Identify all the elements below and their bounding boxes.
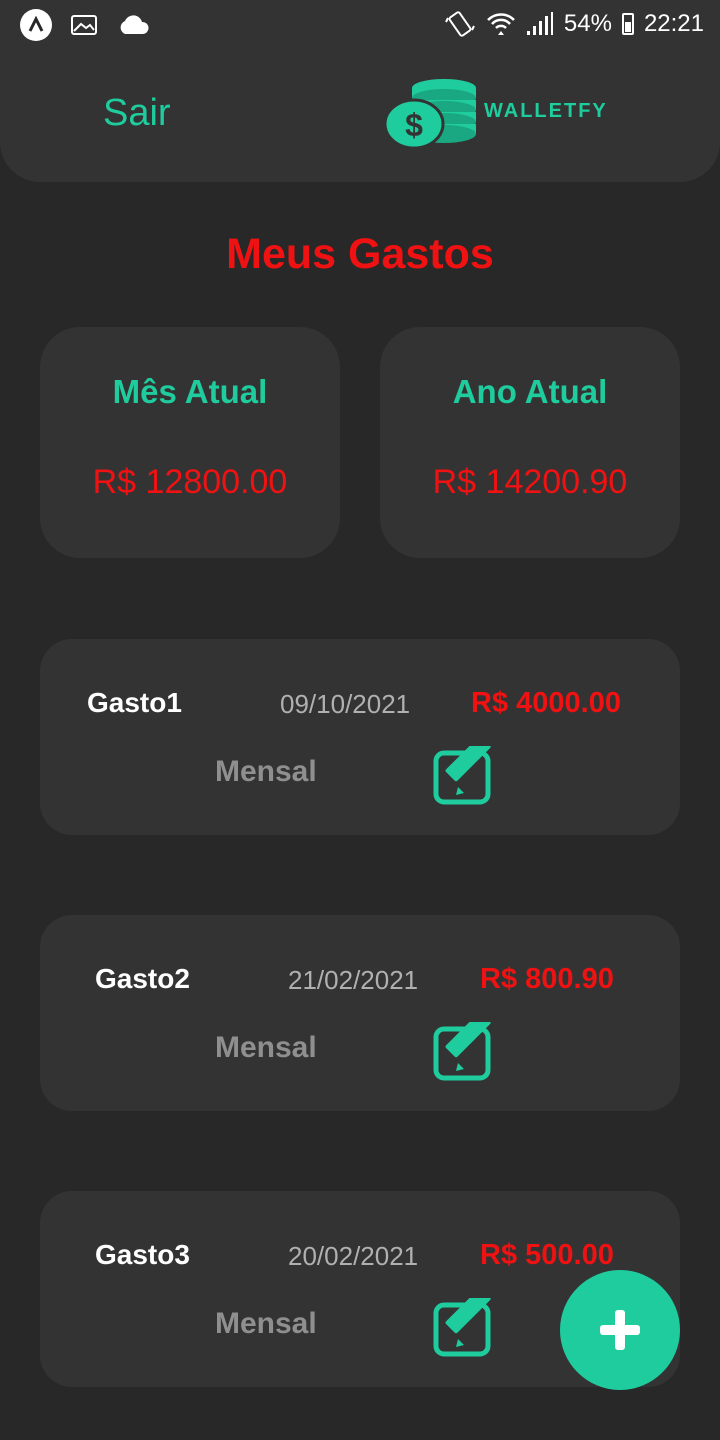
plus-icon (600, 1310, 640, 1350)
expense-period: Mensal (215, 1307, 317, 1340)
expense-name: Gasto1 (87, 687, 182, 718)
expense-card[interactable]: Gasto1 09/10/2021 R$ 4000.00 Mensal (40, 639, 680, 835)
expense-date: 09/10/2021 (280, 689, 411, 719)
expense-amount: R$ 4000.00 (471, 687, 621, 719)
signal-icon (526, 12, 553, 35)
edit-icon[interactable] (433, 1022, 507, 1082)
svg-text:$: $ (405, 107, 423, 143)
expense-name: Gasto3 (95, 1239, 190, 1270)
expense-period: Mensal (215, 1031, 317, 1064)
wifi-icon (486, 13, 515, 35)
edit-icon[interactable] (433, 746, 507, 806)
coins-icon: $ (383, 79, 476, 150)
expense-name: Gasto2 (95, 963, 190, 994)
summary-label: Ano Atual (452, 373, 608, 410)
cloud-icon (120, 15, 149, 34)
vibrate-icon (444, 11, 475, 37)
battery-icon (621, 13, 634, 35)
logout-button[interactable]: Sair (103, 92, 171, 135)
expense-amount: R$ 800.90 (480, 963, 614, 995)
expense-amount: R$ 500.00 (480, 1239, 614, 1271)
clock: 22:21 (643, 10, 704, 37)
summary-card-year: Ano Atual R$ 14200.90 (380, 327, 680, 558)
image-icon (71, 15, 97, 35)
logo-text: WALLETFY (484, 100, 608, 122)
walletfy-logo: $ WALLETFY (383, 74, 624, 150)
edit-icon[interactable] (433, 1298, 507, 1358)
expense-card[interactable]: Gasto2 21/02/2021 R$ 800.90 Mensal (40, 915, 680, 1111)
app-icon (20, 9, 52, 41)
page-title: Meus Gastos (226, 230, 494, 278)
expense-date: 20/02/2021 (288, 1241, 419, 1271)
summary-value: R$ 12800.00 (92, 463, 288, 501)
add-expense-button[interactable] (560, 1270, 680, 1390)
status-bar: 54% 22:21 (0, 0, 720, 50)
battery-percent: 54% (563, 10, 612, 37)
summary-card-month: Mês Atual R$ 12800.00 (40, 327, 340, 558)
summary-value: R$ 14200.90 (432, 463, 628, 501)
expense-date: 21/02/2021 (288, 965, 419, 995)
expense-period: Mensal (215, 755, 317, 788)
summary-label: Mês Atual (112, 373, 268, 410)
